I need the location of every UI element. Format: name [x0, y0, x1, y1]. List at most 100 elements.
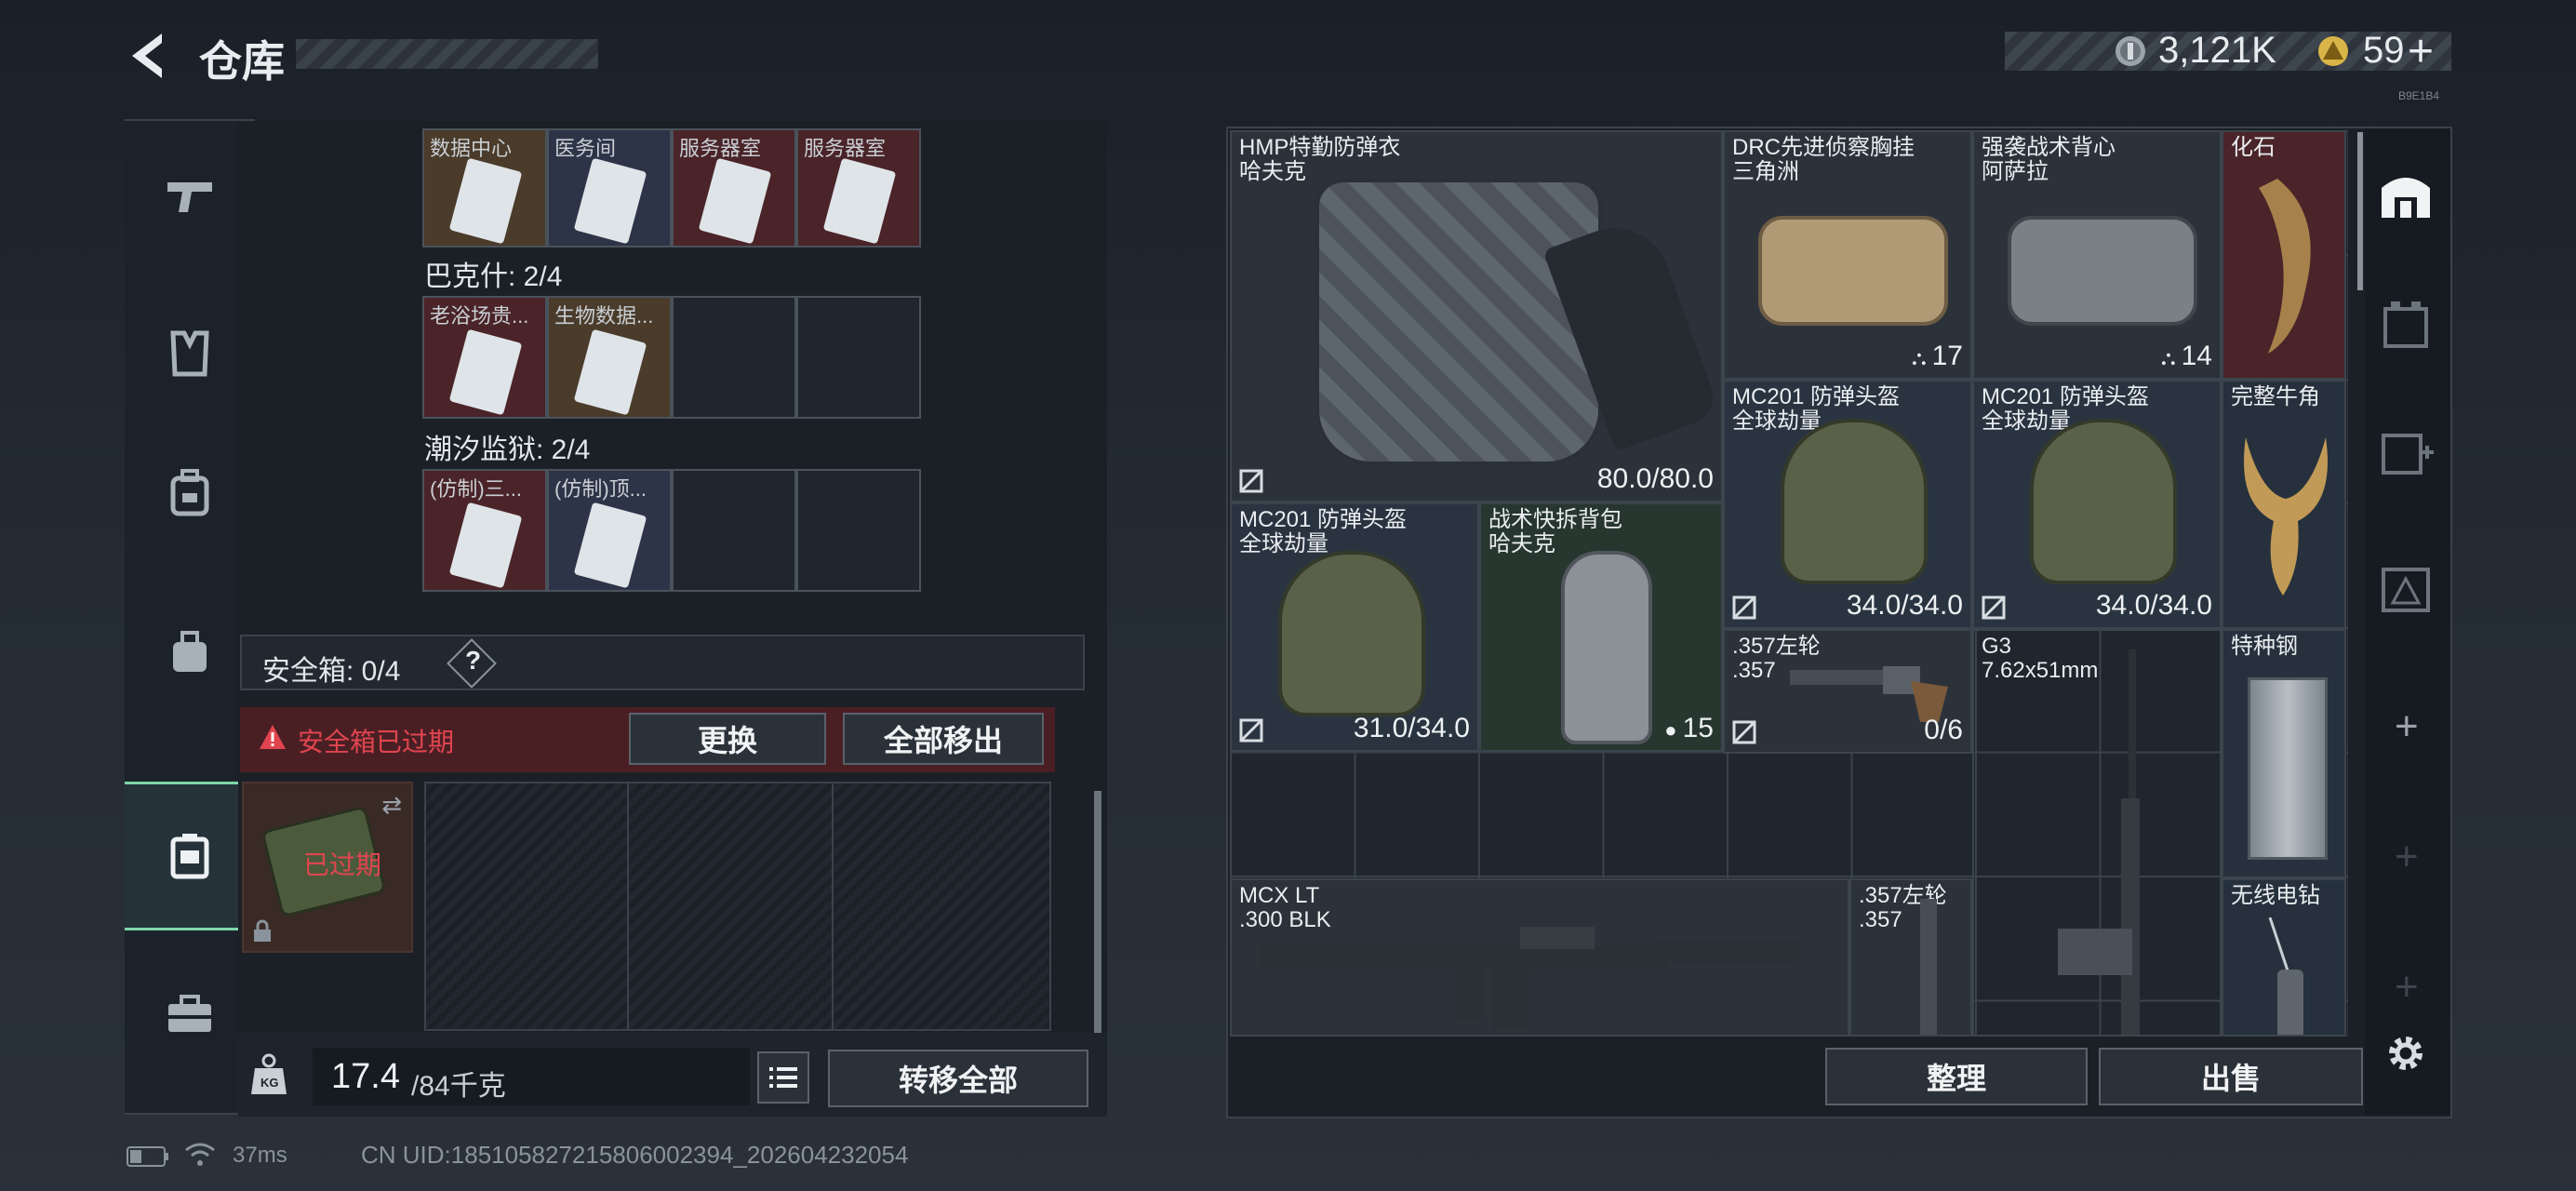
- expired-warning-text: 安全箱已过期: [298, 728, 455, 756]
- gun-icon: [167, 182, 212, 212]
- inventory-item[interactable]: 完整牛角: [2222, 380, 2346, 629]
- item-name: 强袭战术背心 阿萨拉: [1982, 135, 2116, 184]
- nav-bag[interactable]: [125, 577, 255, 726]
- nav-weapons[interactable]: [125, 121, 255, 270]
- premium-add-button[interactable]: +: [2408, 26, 2434, 77]
- uid-text: CN UID:18510582721580600​2394_2026042320…: [361, 1141, 909, 1169]
- no-repair-icon: [1732, 596, 1756, 620]
- keycard-label: (仿制)顶...: [554, 477, 647, 501]
- move-all-out-button[interactable]: 全部移出: [843, 713, 1044, 765]
- item-name: MC201 防弹头盔 全球劫量: [1239, 507, 1408, 556]
- keycard-slot[interactable]: (仿制)三...: [422, 469, 547, 592]
- no-repair-icon: [1239, 718, 1263, 743]
- empty-slot[interactable]: [672, 296, 796, 419]
- add-tab-button[interactable]: +: [2395, 834, 2419, 880]
- inventory-item[interactable]: 化石: [2222, 130, 2346, 380]
- keycard-slot[interactable]: 数据中心: [422, 128, 547, 248]
- nav-armor[interactable]: [125, 279, 255, 428]
- warning-storage-tab[interactable]: [2380, 562, 2432, 614]
- add-storage-tab[interactable]: [2380, 426, 2436, 478]
- keycard-slot[interactable]: 服务器室: [796, 128, 921, 248]
- safe-case-slot[interactable]: ⇄ 已过期: [242, 782, 413, 953]
- empty-slot[interactable]: [672, 469, 796, 592]
- inventory-item[interactable]: .357左轮 .357: [1849, 878, 1972, 1037]
- inventory-item[interactable]: 战术快拆背包 哈夫克 ● 15: [1479, 502, 1723, 752]
- keycard-label: 服务器室: [804, 137, 887, 160]
- keycard-slot[interactable]: 医务间: [547, 128, 672, 248]
- helmet-image: [2030, 419, 2177, 584]
- inventory-item[interactable]: 强袭战术背心 阿萨拉 ⛬ 14: [1972, 130, 2222, 380]
- keycard-icon: [698, 157, 772, 245]
- left-nav: [125, 119, 255, 1115]
- warning-icon: [259, 724, 287, 750]
- inventory-item[interactable]: MC201 防弹头盔 全球劫量 31.0/34.0: [1230, 502, 1479, 752]
- bag-icon: [173, 631, 207, 672]
- sell-button[interactable]: 出售: [2099, 1048, 2363, 1105]
- weight-max: /84千克: [411, 1071, 506, 1102]
- armor-icon: [170, 330, 209, 377]
- inventory-scrollbar[interactable]: [2357, 132, 2363, 290]
- empty-slot[interactable]: [796, 296, 921, 419]
- safe-grid: [424, 782, 1051, 1031]
- keycard-slot[interactable]: 老浴场贵...: [422, 296, 547, 419]
- backpack-image: [1561, 551, 1652, 744]
- toolbox-icon: [168, 995, 211, 1032]
- capacity-icon: ⛬: [2161, 346, 2182, 369]
- storage-tab[interactable]: [2380, 298, 2432, 350]
- page-title: 仓库: [199, 37, 285, 86]
- inventory-item[interactable]: MCX LT .300 BLK: [1230, 878, 1849, 1037]
- replace-button[interactable]: 更换: [629, 713, 826, 765]
- drill-image: [2268, 917, 2303, 1035]
- inventory-item[interactable]: MC201 防弹头盔 全球劫量 34.0/34.0: [1723, 380, 1972, 629]
- settings-icon: [2389, 1037, 2423, 1070]
- inventory-item[interactable]: .357左轮 .357 0/6: [1723, 629, 1972, 754]
- inventory-item[interactable]: G3 7.62x51mm: [1972, 629, 2222, 1037]
- transfer-all-button[interactable]: 转移全部: [828, 1050, 1088, 1107]
- warning-storage-icon: [2382, 568, 2430, 612]
- nav-safe-case[interactable]: [125, 782, 255, 930]
- inventory-item[interactable]: 特种钢: [2222, 629, 2346, 878]
- inventory-item[interactable]: DRC先进侦察胸挂 三角洲 ⛬ 17: [1723, 130, 1972, 380]
- organize-button[interactable]: 整理: [1825, 1048, 2088, 1105]
- help-icon: ?: [465, 646, 482, 675]
- keycard-icon: [573, 328, 647, 416]
- inventory-item[interactable]: HMP特勤防弹衣 哈夫克 80.0/80.0: [1230, 130, 1723, 502]
- add-storage-icon: [2382, 434, 2434, 475]
- add-tab-button[interactable]: +: [2395, 703, 2419, 750]
- safe-box-header: 安全箱: 0/4 ?: [240, 635, 1085, 690]
- ping-text: 37ms: [233, 1143, 287, 1168]
- stash-tab[interactable]: [2378, 167, 2434, 220]
- list-view-button[interactable]: [757, 1051, 809, 1104]
- stash-icon: [2382, 178, 2430, 218]
- capacity-value: ⛬ 17: [1912, 341, 1963, 371]
- body-armor-image: [1315, 179, 1602, 465]
- steel-bar-image: [2248, 677, 2328, 860]
- empty-slot[interactable]: [796, 469, 921, 592]
- back-arrow-icon: [132, 33, 162, 78]
- keycard-slot[interactable]: (仿制)顶...: [547, 469, 672, 592]
- premium-coin-icon: [2316, 34, 2350, 68]
- no-repair-icon: [1732, 720, 1756, 744]
- inventory-item[interactable]: 无线电钻: [2222, 878, 2346, 1037]
- kg-badge: KG: [260, 1076, 279, 1090]
- helmet-image: [1278, 551, 1425, 716]
- nav-toolbox[interactable]: [125, 940, 255, 1089]
- no-repair-icon: [1982, 596, 2006, 620]
- premium-amount: 59: [2363, 30, 2405, 71]
- durability-value: 31.0/34.0: [1353, 713, 1470, 743]
- left-scrollbar[interactable]: [1094, 791, 1101, 1033]
- title-decoration: [296, 39, 598, 69]
- back-button[interactable]: [121, 28, 177, 84]
- add-tab-button[interactable]: +: [2395, 964, 2419, 1010]
- item-name: HMP特勤防弹衣 哈夫克: [1239, 135, 1401, 184]
- helmet-image: [1781, 419, 1928, 584]
- keycard-slot[interactable]: 生物数据...: [547, 296, 672, 419]
- capacity-value: ⛬ 14: [2161, 341, 2212, 371]
- nav-backpack[interactable]: [125, 419, 255, 568]
- keycard-group-3-title: 潮汐监狱: 2/4: [424, 435, 591, 465]
- grid-line: [627, 783, 629, 1029]
- inventory-item[interactable]: MC201 防弹头盔 全球劫量 34.0/34.0: [1972, 380, 2222, 629]
- keycard-slot[interactable]: 服务器室: [672, 128, 796, 248]
- durability-value: 34.0/34.0: [2095, 590, 2212, 621]
- settings-button[interactable]: [2382, 1029, 2430, 1077]
